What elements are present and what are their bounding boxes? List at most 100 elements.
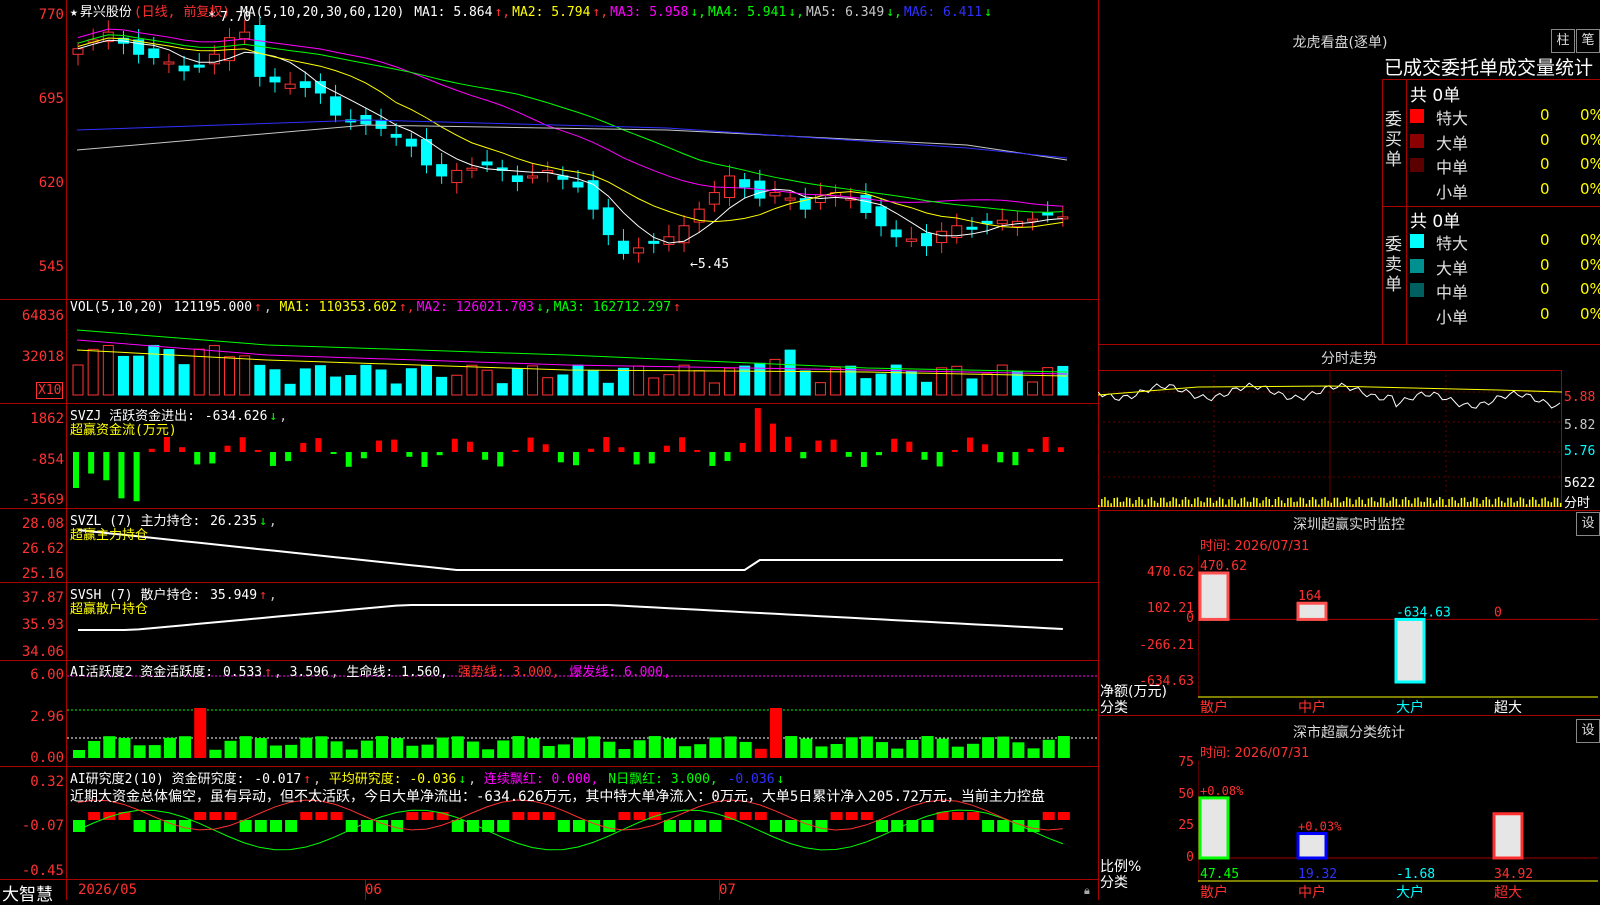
order-size-row: 小单 0 0%: [1408, 303, 1600, 327]
sz-monitor-settings-button[interactable]: 设: [1576, 512, 1600, 536]
sz-stats-settings-button[interactable]: 设: [1576, 719, 1600, 743]
order-size-row: 小单 0 0%: [1408, 178, 1600, 202]
date-label: 06: [365, 882, 382, 898]
monitor-axis-label: 0: [1186, 611, 1194, 627]
intraday-axis-label: 5.76: [1564, 444, 1596, 459]
legend-swatch: [1410, 308, 1424, 322]
price-axis-label: 620: [38, 175, 64, 191]
svzl-subtitle: 超赢主力持仓: [70, 528, 149, 543]
legend-swatch: [1410, 158, 1424, 172]
order-size-row: 特大 0 0%: [1408, 229, 1600, 253]
tick-mode-button[interactable]: 笔: [1576, 29, 1600, 53]
monitor-bar-value: 164: [1298, 589, 1322, 604]
legend-swatch: [1410, 109, 1424, 123]
volume-unit: X10: [36, 382, 64, 399]
order-count: 0: [1540, 231, 1550, 249]
order-percent: 0%: [1580, 106, 1600, 124]
lock-icon[interactable]: 🔒︎: [1084, 884, 1090, 898]
monitor-bar-value: 470.62: [1200, 559, 1247, 574]
intraday-vol-label: 5622: [1564, 476, 1596, 491]
stats-bar: [1492, 812, 1524, 860]
volume-value: 121195.000: [173, 300, 253, 315]
order-size-name: 特大: [1436, 109, 1469, 128]
stats-bar-value: 47.45: [1200, 867, 1239, 882]
right-separator: [1098, 510, 1600, 511]
order-percent: 0%: [1580, 130, 1600, 149]
right-separator: [1098, 344, 1600, 345]
svzj-axis-label: -854: [30, 452, 64, 468]
stats-category: 散户: [1200, 885, 1228, 901]
ai2-axis-label: -0.45: [21, 863, 64, 879]
sz-stats-xlabel: 分类: [1100, 875, 1128, 891]
volume-title: VOL(5,10,20): [70, 300, 164, 315]
ai2-axis-label: 0.32: [30, 774, 64, 790]
lhb-title: 龙虎看盘(逐单): [1292, 35, 1388, 51]
monitor-bar: [1394, 617, 1426, 684]
svsh-subtitle: 超赢散户持仓: [70, 602, 149, 617]
order-size-name: 中单: [1436, 283, 1469, 302]
order-size-name: 特大: [1436, 234, 1469, 253]
order-count: 0: [1540, 179, 1550, 198]
kline-canvas[interactable]: [67, 0, 1098, 900]
order-size-name: 小单: [1436, 182, 1469, 202]
lhb-divider: [1382, 79, 1600, 80]
intraday-chart[interactable]: [1098, 370, 1562, 507]
date-label: 07: [719, 882, 736, 898]
order-count: 0: [1540, 130, 1550, 149]
intraday-title: 分时走势: [1321, 351, 1377, 367]
order-count: 0: [1540, 304, 1550, 323]
svzl-value: 26.235: [210, 514, 258, 529]
intraday-time-label: 分时: [1564, 496, 1591, 511]
monitor-category: 散户: [1200, 700, 1228, 716]
monitor-axis-label: 470.62: [1147, 565, 1194, 580]
svzl-axis-label: 28.08: [21, 516, 64, 532]
sz-stats-title: 深市超赢分类统计: [1293, 725, 1405, 741]
stats-axis-label: 25: [1178, 818, 1194, 834]
low-marker: ←5.45: [690, 257, 730, 272]
right-separator: [1098, 715, 1600, 716]
ai2-axis-label: -0.07: [21, 818, 64, 834]
ai1-axis-label: 0.00: [30, 750, 64, 766]
lhb-divider: [1382, 79, 1383, 344]
svsh-axis-label: 35.93: [21, 617, 64, 633]
bar-mode-button[interactable]: 柱: [1551, 29, 1575, 53]
intraday-axis-label: 5.88: [1564, 390, 1596, 405]
order-percent: 0%: [1580, 179, 1600, 198]
date-tick: [365, 880, 366, 900]
stats-bar-value: 19.32: [1298, 867, 1337, 882]
ai1-title: AI活跃度2 资金活跃度:: [70, 665, 214, 680]
ai1-header: AI活跃度2 资金活跃度: 0.533 ↑, 3.596, 生命线: 1.560,…: [70, 665, 671, 680]
ai2-title: AI研究度2(10) 资金研究度:: [70, 772, 245, 787]
legend-swatch: [1410, 133, 1424, 148]
monitor-category: 大户: [1396, 700, 1424, 716]
ai1-axis-label: 6.00: [30, 667, 64, 683]
legend-swatch: [1410, 234, 1424, 248]
stats-bar-delta: +0.08%: [1200, 784, 1244, 798]
sz-stats-chart[interactable]: +0.08% 47.45 +0.03% 19.32 -1.68 34.92: [1198, 760, 1600, 900]
order-size-row: 特大 0 0%: [1408, 104, 1600, 128]
order-percent: 0%: [1580, 255, 1600, 274]
monitor-bar-value: -634.63: [1396, 605, 1451, 620]
sz-stats-time: 时间: 2026/07/31: [1200, 746, 1310, 761]
price-axis-label: 770: [38, 7, 64, 23]
date-label: 2026/05: [78, 882, 138, 898]
stats-category: 中户: [1298, 885, 1326, 901]
monitor-bar: [1296, 601, 1328, 621]
date-tick: [719, 880, 720, 900]
monitor-category: 超大: [1494, 700, 1522, 716]
svzj-subtitle: 超赢资金流(万元): [70, 423, 177, 438]
svzl-axis-label: 26.62: [21, 541, 64, 557]
order-size-name: 小单: [1436, 307, 1469, 327]
volume-ma-value: MA2: 126021.703: [416, 300, 534, 315]
order-percent: 0%: [1580, 231, 1600, 249]
stats-bar: [1296, 832, 1328, 860]
order-size-row: 大单 0 0%: [1408, 129, 1600, 153]
order-count: 0: [1540, 106, 1550, 124]
stats-axis-label: 50: [1178, 786, 1194, 802]
order-size-name: 大单: [1436, 258, 1469, 278]
app-logo[interactable]: 大智慧: [2, 880, 53, 905]
sz-monitor-chart[interactable]: 470.62 164 -634.63 0: [1198, 555, 1600, 715]
svsh-axis-label: 34.06: [21, 644, 64, 660]
order-percent: 0%: [1580, 304, 1600, 323]
order-size-row: 中单 0 0%: [1408, 153, 1600, 177]
